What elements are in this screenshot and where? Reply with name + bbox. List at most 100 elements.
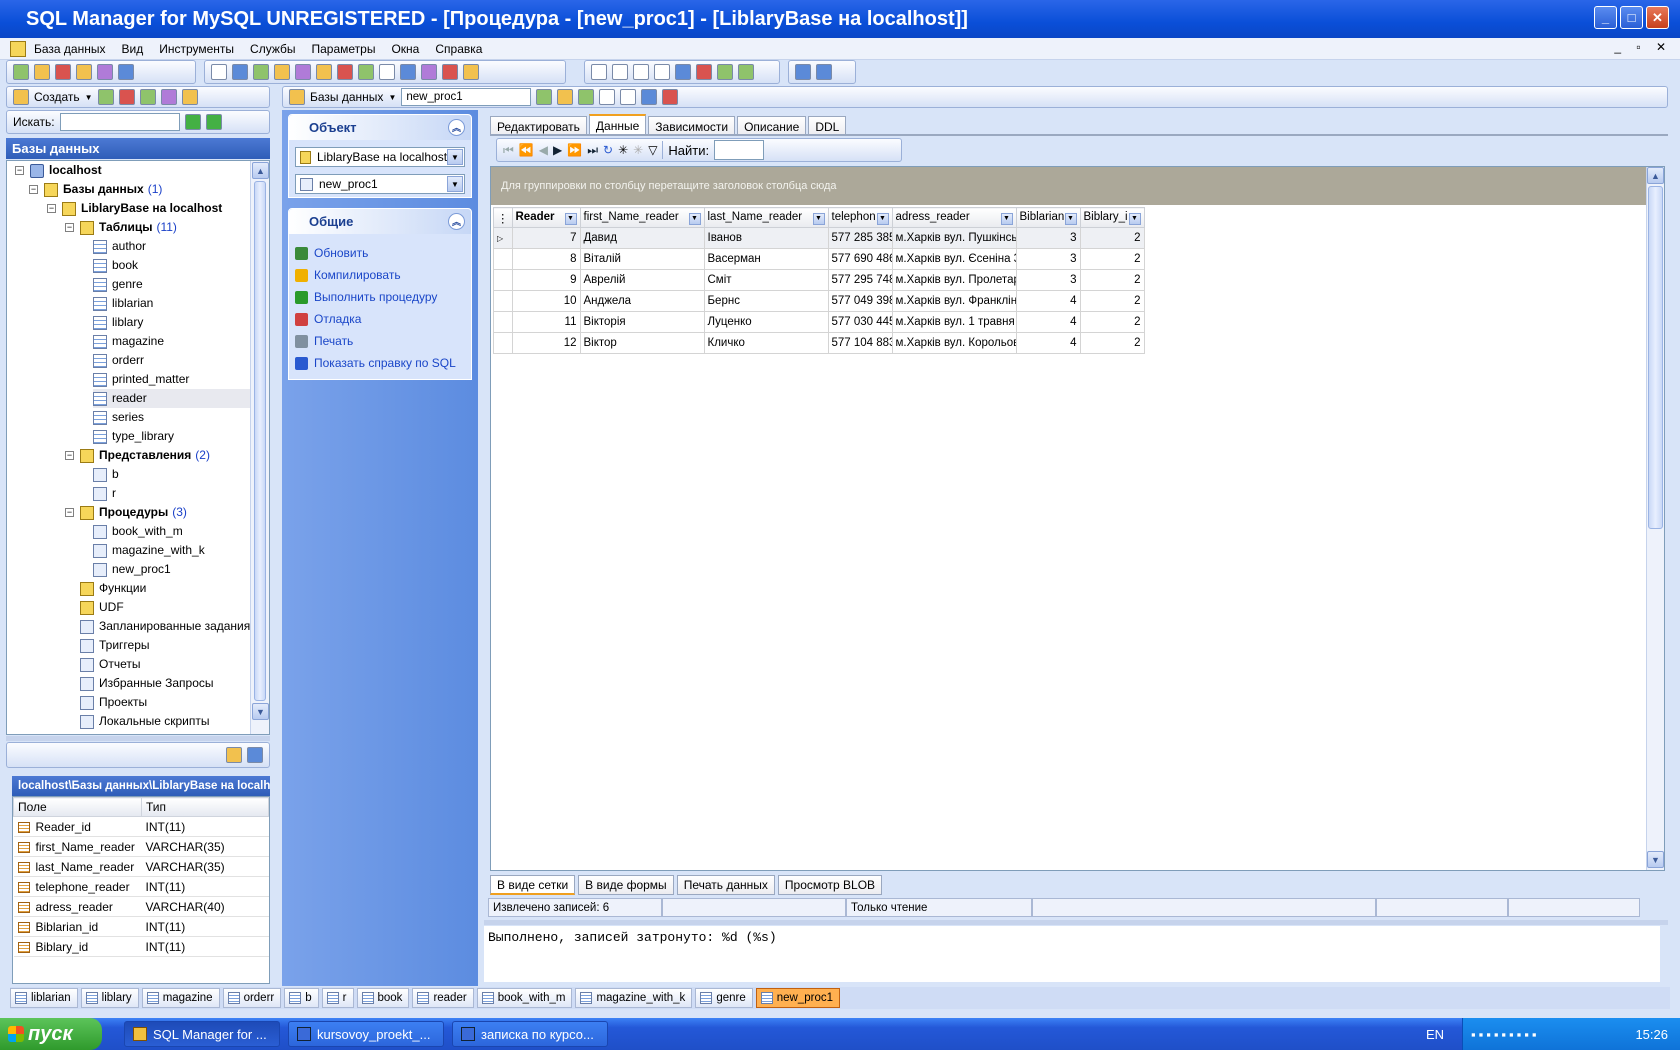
window-tab-book_with_m[interactable]: book_with_m [476,988,573,1008]
forward-icon[interactable] [738,64,754,80]
connect-icon[interactable] [97,64,113,80]
menu-options[interactable]: Параметры [312,42,376,56]
nav-link-help[interactable]: Показать справку по SQL [289,352,471,374]
editor-tab-1[interactable]: Данные [588,114,647,136]
first-record-icon[interactable]: ⏮ [503,143,514,158]
close-button[interactable]: ✕ [1646,6,1669,29]
start-button[interactable]: пуск [0,1018,102,1050]
row-indicator[interactable] [493,248,513,270]
refresh-procedure-icon[interactable] [536,89,553,105]
tree-item-17[interactable]: r [93,484,257,503]
maximize-button[interactable]: □ [1620,6,1643,29]
grid-cell[interactable]: Кличко [703,332,829,354]
tree-expand-icon[interactable]: − [65,508,74,517]
view-tab-1[interactable]: В виде формы [578,875,674,895]
menu-help[interactable]: Справка [435,42,482,56]
task-kursovoy[interactable]: kursovoy_proekt_... [288,1021,444,1047]
editor-tab-3[interactable]: Описание [737,116,807,136]
search-prev-icon[interactable] [184,114,201,130]
grid-cell[interactable]: Анджела [579,290,705,312]
tree-item-28[interactable]: Проекты [65,693,257,712]
print-tool-icon[interactable] [379,64,395,80]
grid-column-header[interactable]: ▼ adress_reader [891,207,1017,228]
grid-cell[interactable]: 2 [1079,248,1145,270]
unregister-database-icon[interactable] [55,64,71,80]
nav-link-debug[interactable]: Отладка [289,308,471,330]
view-tab-2[interactable]: Печать данных [676,875,775,895]
database-properties-icon[interactable] [76,64,92,80]
grid-cell[interactable]: 2 [1079,290,1145,312]
panel-tree-icon[interactable] [226,747,242,763]
row-indicator[interactable] [493,332,513,354]
tree-item-19[interactable]: book_with_m [93,522,257,541]
grid-scrollbar[interactable]: ▲ ▼ [1646,167,1664,870]
window-tab-book[interactable]: book [356,988,410,1008]
tree-item-13[interactable]: series [93,408,257,427]
next-page-icon[interactable]: ⏩ [567,143,582,157]
create-button[interactable]: Создать [34,90,80,104]
export-icon[interactable] [358,64,374,80]
field-row[interactable]: first_Name_reader VARCHAR(35) [13,836,269,857]
grid-cell[interactable]: Віктор [579,332,705,354]
grid-scroll-up[interactable]: ▲ [1647,167,1664,184]
tree-item-6[interactable]: genre [93,275,257,294]
grid-cell[interactable]: 577 285 385 [827,227,893,249]
column-filter-icon[interactable]: ▼ [1064,212,1077,225]
print-toolbar-icon[interactable] [599,89,616,105]
row-indicator[interactable]: ▷ [493,227,513,249]
grid-cell[interactable]: Іванов [703,227,829,249]
window-tab-new_proc1[interactable]: new_proc1 [755,988,840,1008]
window-tab-magazine_with_k[interactable]: magazine_with_k [575,988,693,1008]
window-list-icon[interactable] [675,64,691,80]
chart-icon[interactable] [253,64,269,80]
tree-item-11[interactable]: printed_matter [93,370,257,389]
grid-indicator-header[interactable]: ⋮ [493,207,513,228]
tree-item-20[interactable]: magazine_with_k [93,541,257,560]
grid-cell[interactable]: м.Харків вул. Пушкінсь [891,227,1017,249]
tree-item-12[interactable]: reader [93,389,257,408]
grid-cell[interactable]: Віталій [579,248,705,270]
tree-expand-icon[interactable]: − [65,223,74,232]
language-indicator[interactable]: EN [1426,1027,1444,1042]
sql-editor-icon[interactable] [211,64,227,80]
grid-column-header[interactable]: ▼ first_Name_reader [579,207,705,228]
refresh-data-icon[interactable]: ↻ [603,143,613,157]
log-splitter[interactable] [484,920,1668,925]
help-toolbar-icon[interactable] [641,89,658,105]
field-row[interactable]: last_Name_reader VARCHAR(35) [13,856,269,877]
grid-cell[interactable]: 7 [511,227,581,249]
table-row[interactable]: 10 Анджела Бернс 577 049 398 м.Харків вул. Ф… [493,290,1145,312]
query-builder-icon[interactable] [232,64,248,80]
window-tab-liblary[interactable]: liblary [80,988,139,1008]
tree-item-4[interactable]: author [93,237,257,256]
grid-cell[interactable]: м.Харків вул. Єсеніна 3 [891,248,1017,270]
nav-procedure-combo[interactable]: new_proc1 ▼ [295,174,465,194]
refresh-explorer-icon[interactable] [97,89,114,105]
table-row[interactable]: 8 Віталій Васерман 577 690 486 м.Харків вул.… [493,248,1145,270]
metadata-icon[interactable] [421,64,437,80]
tree-expand-icon[interactable]: − [65,451,74,460]
find-input[interactable] [714,140,765,160]
grid-cell[interactable]: 577 690 486 [827,248,893,270]
tree-item-29[interactable]: Локальные скрипты [65,712,257,731]
grid-cell[interactable]: Васерман [703,248,829,270]
explorer-splitter[interactable] [6,736,270,741]
tile-icon[interactable] [612,64,628,80]
table-row[interactable]: 12 Віктор Кличко 577 104 883 м.Харків вул. К… [493,332,1145,354]
grid-column-header[interactable]: ▼ telephon [827,207,893,228]
grid-cell[interactable]: 2 [1079,269,1145,291]
grid-cell[interactable]: 4 [1015,290,1081,312]
tree-item-2[interactable]: − LiblaryBase на localhost [47,199,257,218]
services-icon[interactable] [442,64,458,80]
designer-icon[interactable] [274,64,290,80]
column-filter-icon[interactable]: ▼ [812,212,825,225]
nav-database-dropdown-icon[interactable]: ▼ [447,149,463,165]
grid-cell[interactable]: 577 030 445 [827,311,893,333]
debug-toolbar-icon[interactable] [662,89,679,105]
execute-script-icon[interactable] [316,64,332,80]
grid-cell[interactable]: 4 [1015,332,1081,354]
nav-link-refresh[interactable]: Обновить [289,242,471,264]
filter-icon[interactable]: ▽ [648,143,657,157]
grid-cell[interactable]: Вікторія [579,311,705,333]
tree-item-1[interactable]: − Базы данных (1) [29,180,257,199]
